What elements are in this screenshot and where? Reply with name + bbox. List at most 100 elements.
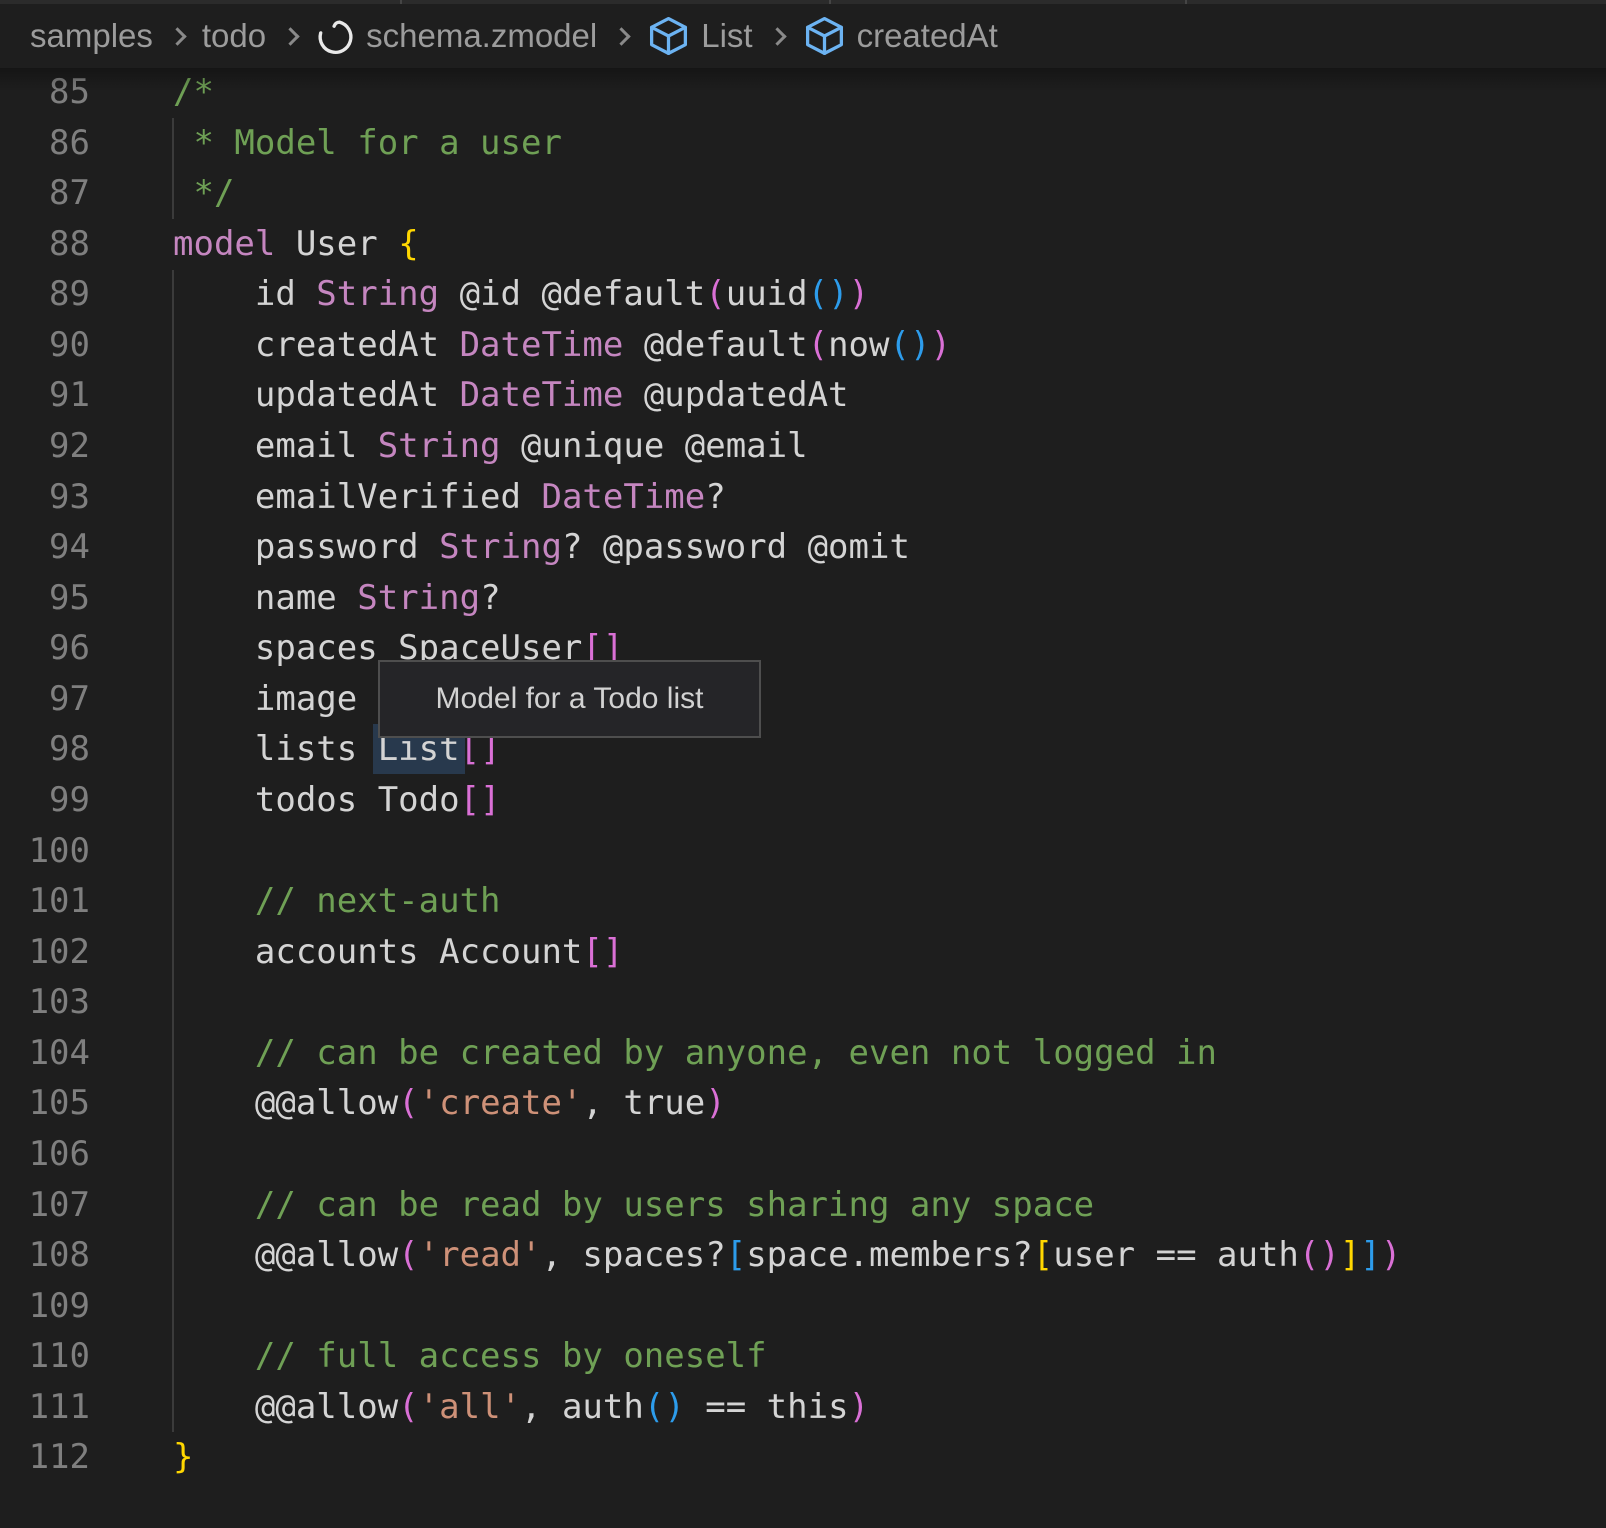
code-line-91: 91 updatedAt DateTime @updatedAt: [0, 370, 1606, 421]
code-token: ? @password @omit: [562, 527, 910, 567]
code-line-content[interactable]: password String? @password @omit: [173, 522, 910, 573]
line-number[interactable]: 112: [0, 1432, 90, 1483]
line-number[interactable]: 111: [0, 1382, 90, 1433]
code-token: (: [808, 325, 828, 365]
code-line-content[interactable]: // can be created by anyone, even not lo…: [173, 1028, 1217, 1079]
code-line-content[interactable]: @@allow('read', spaces?[space.members?[u…: [173, 1230, 1401, 1281]
code-token: uuid: [726, 274, 808, 314]
code-line-content[interactable]: createdAt DateTime @default(now()): [173, 320, 951, 371]
code-token: // full access by oneself: [173, 1336, 767, 1376]
code-line-96: 96 spaces SpaceUser[]: [0, 623, 1606, 674]
code-token: DateTime: [541, 477, 705, 517]
line-number[interactable]: 110: [0, 1331, 90, 1382]
code-line-content[interactable]: updatedAt DateTime @updatedAt: [173, 370, 849, 421]
code-line-93: 93 emailVerified DateTime?: [0, 472, 1606, 523]
code-line-content[interactable]: emailVerified DateTime?: [173, 472, 726, 523]
code-token: , true: [582, 1083, 705, 1123]
code-line-content[interactable]: image: [173, 674, 357, 725]
line-number[interactable]: 92: [0, 421, 90, 472]
line-number[interactable]: 104: [0, 1028, 90, 1079]
line-number[interactable]: 107: [0, 1180, 90, 1231]
code-token: ]: [1360, 1235, 1380, 1275]
code-line-content[interactable]: email String @unique @email: [173, 421, 808, 472]
code-line-104: 104 // can be created by anyone, even no…: [0, 1028, 1606, 1079]
line-number[interactable]: 85: [0, 67, 90, 118]
code-line-content[interactable]: // next-auth: [173, 876, 501, 927]
code-token: 'all': [419, 1387, 521, 1427]
code-line-content[interactable]: name String?: [173, 573, 501, 624]
code-line-107: 107 // can be read by users sharing any …: [0, 1180, 1606, 1231]
code-token: String: [378, 426, 501, 466]
code-token: id: [173, 274, 316, 314]
code-token: , auth: [521, 1387, 644, 1427]
code-token: User: [275, 224, 398, 264]
code-token: @id @default: [439, 274, 705, 314]
code-line-content[interactable]: model User {: [173, 219, 419, 270]
code-line-content[interactable]: id String @id @default(uuid()): [173, 269, 869, 320]
code-token: ): [849, 1387, 869, 1427]
code-token: model: [173, 224, 275, 264]
code-line-92: 92 email String @unique @email: [0, 421, 1606, 472]
code-token: (): [644, 1387, 685, 1427]
code-token: /*: [173, 72, 214, 112]
code-token: DateTime: [460, 375, 624, 415]
code-token: ): [1381, 1235, 1401, 1275]
line-number[interactable]: 87: [0, 168, 90, 219]
line-number[interactable]: 93: [0, 472, 90, 523]
code-line-112: 112}: [0, 1432, 1606, 1483]
code-line-content[interactable]: @@allow('all', auth() == this): [173, 1382, 869, 1433]
code-token: emailVerified: [173, 477, 541, 517]
code-line-content[interactable]: // can be read by users sharing any spac…: [173, 1180, 1094, 1231]
line-number[interactable]: 102: [0, 927, 90, 978]
code-line-86: 86 * Model for a user: [0, 118, 1606, 169]
code-line-108: 108 @@allow('read', spaces?[space.member…: [0, 1230, 1606, 1281]
line-number[interactable]: 99: [0, 775, 90, 826]
code-line-content[interactable]: @@allow('create', true): [173, 1078, 726, 1129]
line-number[interactable]: 108: [0, 1230, 90, 1281]
code-token: // can be read by users sharing any spac…: [173, 1185, 1094, 1225]
code-token: ): [705, 1083, 725, 1123]
code-line-100: 100: [0, 826, 1606, 877]
code-token: ]: [1340, 1235, 1360, 1275]
line-number[interactable]: 106: [0, 1129, 90, 1180]
code-line-111: 111 @@allow('all', auth() == this): [0, 1382, 1606, 1433]
code-line-content[interactable]: todos Todo[]: [173, 775, 501, 826]
code-token: DateTime: [460, 325, 624, 365]
code-line-105: 105 @@allow('create', true): [0, 1078, 1606, 1129]
code-line-content[interactable]: * Model for a user: [173, 118, 562, 169]
code-token: ?: [705, 477, 725, 517]
line-number[interactable]: 90: [0, 320, 90, 371]
line-number[interactable]: 96: [0, 623, 90, 674]
code-token: // next-auth: [173, 881, 501, 921]
code-line-content[interactable]: accounts Account[]: [173, 927, 623, 978]
code-token: email: [173, 426, 378, 466]
code-token: now: [828, 325, 889, 365]
code-line-97: 97 image: [0, 674, 1606, 725]
code-token: (: [705, 274, 725, 314]
line-number[interactable]: 86: [0, 118, 90, 169]
code-line-content[interactable]: // full access by oneself: [173, 1331, 767, 1382]
line-number[interactable]: 88: [0, 219, 90, 270]
line-number[interactable]: 101: [0, 876, 90, 927]
line-number[interactable]: 109: [0, 1281, 90, 1332]
line-number[interactable]: 100: [0, 826, 90, 877]
line-number[interactable]: 98: [0, 724, 90, 775]
code-line-88: 88 model User {: [0, 219, 1606, 270]
line-number[interactable]: 103: [0, 977, 90, 1028]
line-number[interactable]: 89: [0, 269, 90, 320]
code-token: }: [173, 1437, 193, 1477]
line-number[interactable]: 105: [0, 1078, 90, 1129]
code-token: String: [316, 274, 439, 314]
code-line-content[interactable]: */: [173, 168, 234, 219]
code-token: user == auth: [1053, 1235, 1299, 1275]
code-token: [: [1033, 1235, 1053, 1275]
hover-tooltip-text: Model for a Todo list: [436, 682, 704, 716]
line-number[interactable]: 94: [0, 522, 90, 573]
hover-tooltip: Model for a Todo list: [378, 660, 761, 738]
line-number[interactable]: 91: [0, 370, 90, 421]
code-line-content[interactable]: }: [173, 1432, 193, 1483]
line-number[interactable]: 95: [0, 573, 90, 624]
code-line-content[interactable]: /*: [173, 67, 214, 118]
code-token: * Model for a user: [173, 123, 562, 163]
line-number[interactable]: 97: [0, 674, 90, 725]
